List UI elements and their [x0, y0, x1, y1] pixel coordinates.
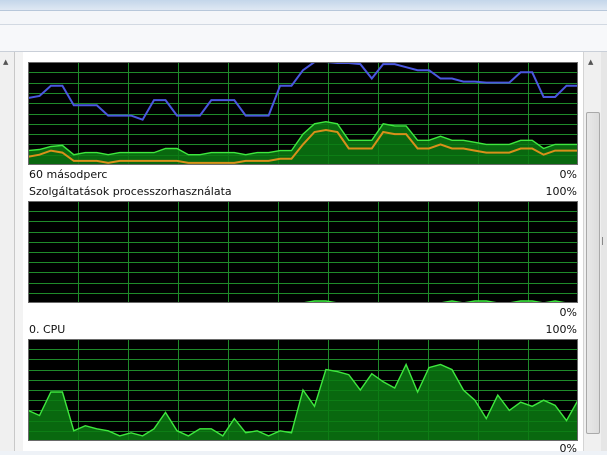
graph-title: 0. CPU	[29, 323, 66, 336]
scrollbar-thumb[interactable]	[586, 112, 600, 434]
toolbar-band	[0, 25, 607, 52]
scroll-up-arrow-icon[interactable]: ▲	[588, 58, 593, 66]
cpu-history-graph	[28, 62, 578, 165]
graph-min-label: 0%	[559, 442, 577, 455]
menu-band	[0, 11, 607, 25]
splitter-handle[interactable]	[601, 52, 607, 451]
left-pane-scrollbar[interactable]: ▲	[0, 52, 15, 451]
services-cpu-graph	[28, 201, 578, 303]
graph-title: Szolgáltatások processzorhasználata	[29, 185, 232, 198]
graph-min-label: 0%	[559, 168, 577, 181]
window-title-bar	[0, 0, 607, 11]
time-span-label: 60 másodperc	[29, 168, 108, 181]
graph-max-label: 100%	[545, 185, 577, 198]
splitter-grip-icon	[602, 237, 607, 245]
cpu0-graph	[28, 339, 578, 441]
graph-max-label: 100%	[545, 323, 577, 336]
scroll-up-arrow-icon[interactable]: ▲	[3, 58, 8, 66]
graph-min-label: 0%	[559, 306, 577, 319]
vertical-scrollbar[interactable]: ▲	[583, 52, 601, 451]
